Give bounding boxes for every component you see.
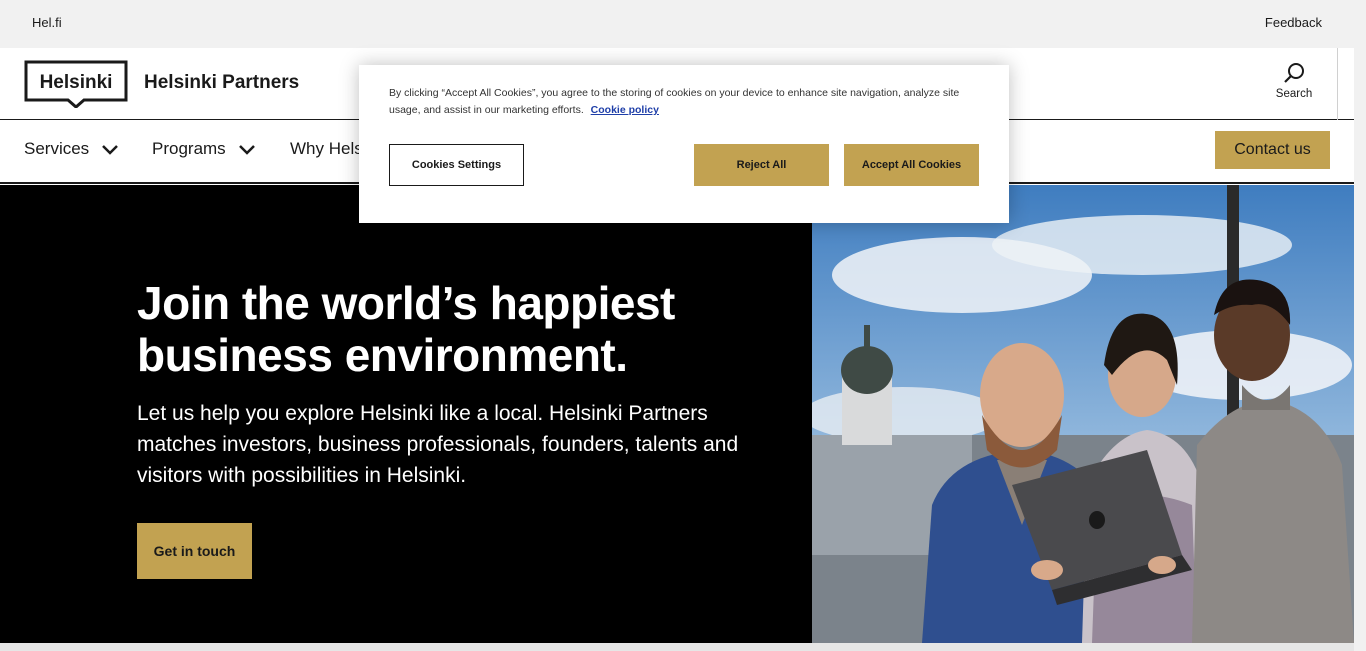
- get-in-touch-button[interactable]: Get in touch: [137, 523, 252, 579]
- page-scrollbar[interactable]: [1354, 0, 1366, 651]
- nav-item-programs[interactable]: Programs: [152, 139, 256, 159]
- cookie-text: By clicking “Accept All Cookies”, you ag…: [389, 85, 989, 119]
- reject-all-button[interactable]: Reject All: [694, 144, 829, 186]
- hero-title: Join the world’s happiest business envir…: [137, 277, 777, 381]
- helfi-link[interactable]: Hel.fi: [32, 15, 62, 30]
- nav-item-why-helsinki[interactable]: Why Hels: [290, 139, 363, 159]
- hero-title-line-2: business environment.: [137, 329, 628, 381]
- search-label: Search: [1275, 88, 1313, 100]
- nav-item-label: Why Hels: [290, 139, 363, 158]
- search-button[interactable]: Search: [1270, 62, 1318, 106]
- chevron-down-icon: [238, 145, 255, 155]
- chevron-down-icon: [102, 145, 119, 155]
- search-icon: [1284, 63, 1304, 83]
- cookie-policy-link[interactable]: Cookie policy: [591, 104, 659, 116]
- hero-photo: [812, 185, 1354, 643]
- top-utility-bar: Hel.fi Feedback: [0, 0, 1354, 48]
- hero-description: Let us help you explore Helsinki like a …: [137, 402, 739, 487]
- helsinki-logo[interactable]: Helsinki: [24, 60, 128, 109]
- nav-item-label: Services: [24, 139, 90, 158]
- nav-item-services[interactable]: Services: [24, 139, 119, 159]
- contact-us-button[interactable]: Contact us: [1215, 131, 1330, 169]
- cookie-consent-dialog: By clicking “Accept All Cookies”, you ag…: [359, 65, 1009, 223]
- cookie-message: By clicking “Accept All Cookies”, you ag…: [389, 87, 960, 116]
- hero-section: Join the world’s happiest business envir…: [0, 185, 1354, 643]
- accept-all-cookies-button[interactable]: Accept All Cookies: [844, 144, 979, 186]
- nav-item-label: Programs: [152, 139, 226, 158]
- logo-text: Helsinki: [40, 72, 113, 93]
- feedback-link[interactable]: Feedback: [1265, 15, 1322, 30]
- hero-title-line-1: Join the world’s happiest: [137, 277, 675, 329]
- header-divider: [1337, 48, 1338, 120]
- cookies-settings-button[interactable]: Cookies Settings: [389, 144, 524, 186]
- brand-name[interactable]: Helsinki Partners: [144, 72, 299, 94]
- bottom-strip: [0, 643, 1354, 651]
